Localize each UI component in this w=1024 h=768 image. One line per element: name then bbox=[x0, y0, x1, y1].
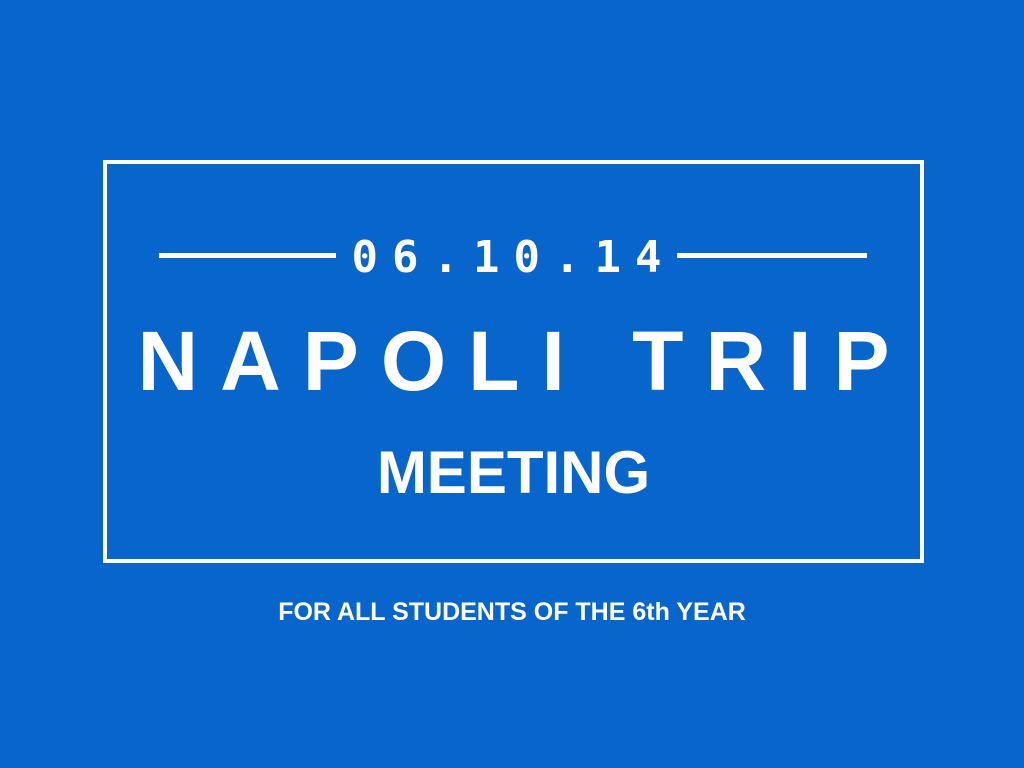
event-title: NAPOLI TRIP bbox=[137, 314, 912, 408]
audience-tagline: FOR ALL STUDENTS OF THE 6th YEAR bbox=[278, 598, 746, 626]
right-divider-line bbox=[677, 253, 867, 258]
event-date: 06.10.14 bbox=[351, 232, 676, 283]
left-divider-line bbox=[159, 253, 336, 258]
poster: { "colors": { "background": "#0865cc", "… bbox=[0, 0, 1024, 768]
event-subtitle: MEETING bbox=[376, 439, 651, 506]
